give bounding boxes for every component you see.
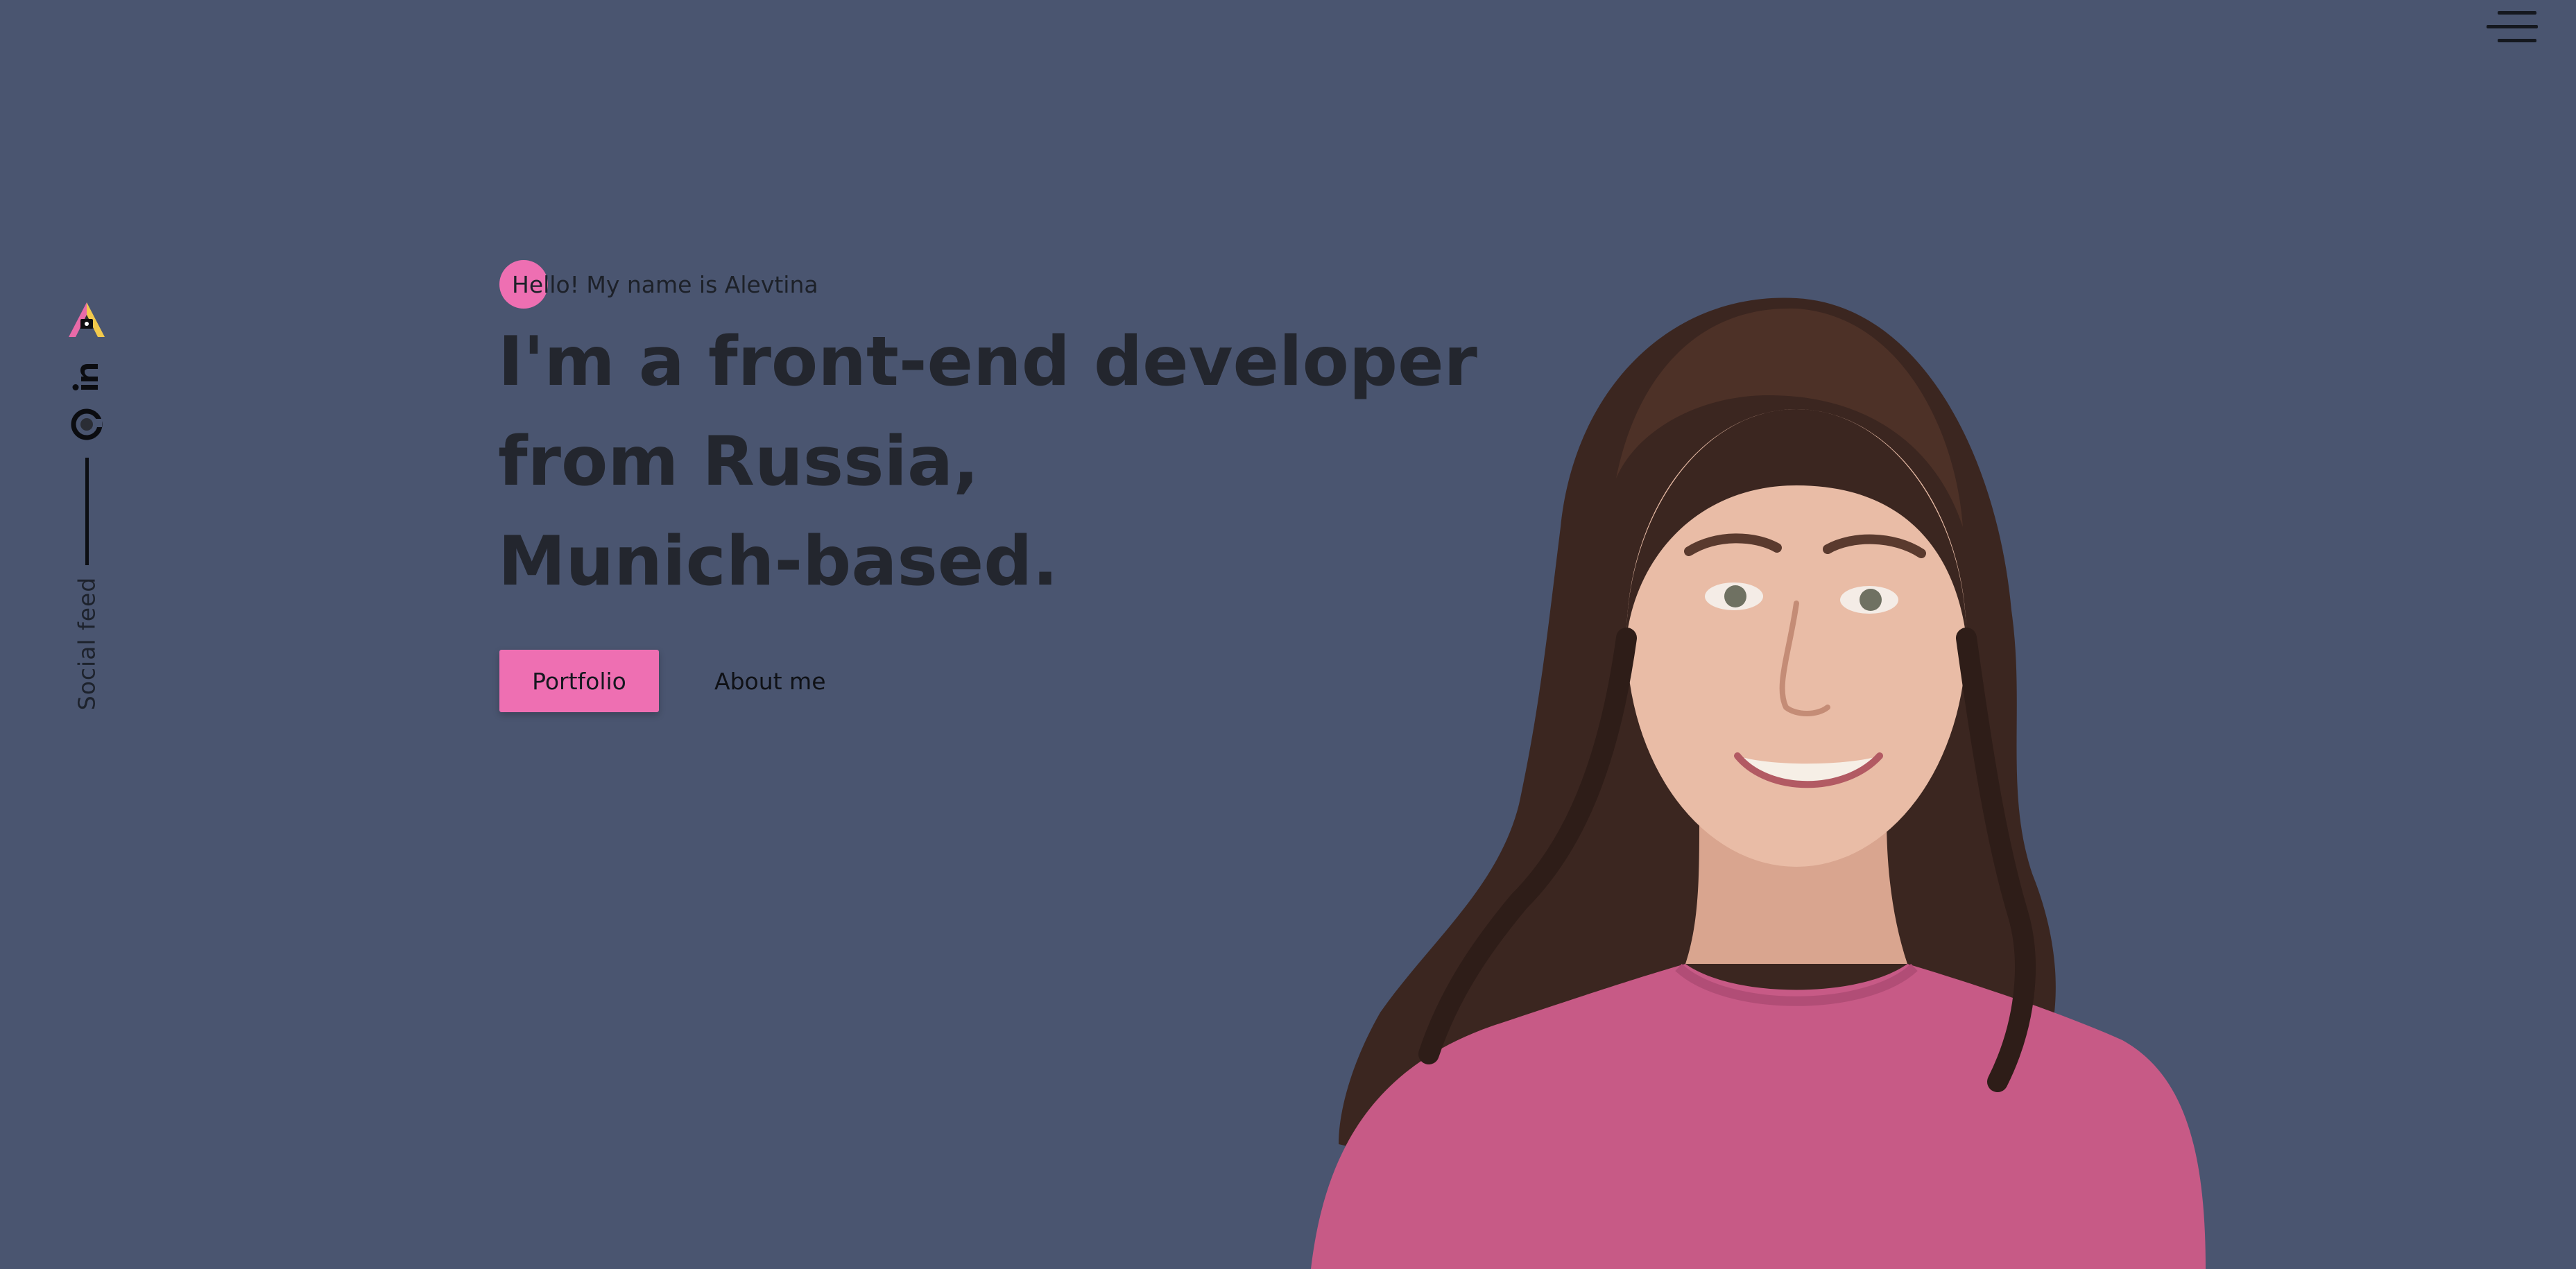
about-me-link[interactable]: About me <box>714 650 826 712</box>
portrait-photo <box>1311 297 2206 1269</box>
social-feed-label: Social feed <box>73 576 101 711</box>
angellist-icon[interactable] <box>66 300 108 341</box>
hamburger-menu-icon[interactable] <box>2487 7 2542 46</box>
greeting: Hello! My name is Alevtina <box>499 260 818 309</box>
portfolio-button[interactable]: Portfolio <box>499 650 659 712</box>
greeting-text: Hello! My name is Alevtina <box>512 270 818 298</box>
menu-bar <box>2487 25 2538 28</box>
linkedin-icon[interactable] <box>66 355 108 397</box>
menu-bar <box>2498 39 2536 42</box>
menu-bar <box>2498 11 2536 15</box>
github-icon[interactable] <box>66 404 108 445</box>
landing-page: Social feed Hello! My name is Alevtina I… <box>0 0 2576 1269</box>
social-divider-line <box>85 458 89 565</box>
social-feed: Social feed <box>62 291 111 721</box>
